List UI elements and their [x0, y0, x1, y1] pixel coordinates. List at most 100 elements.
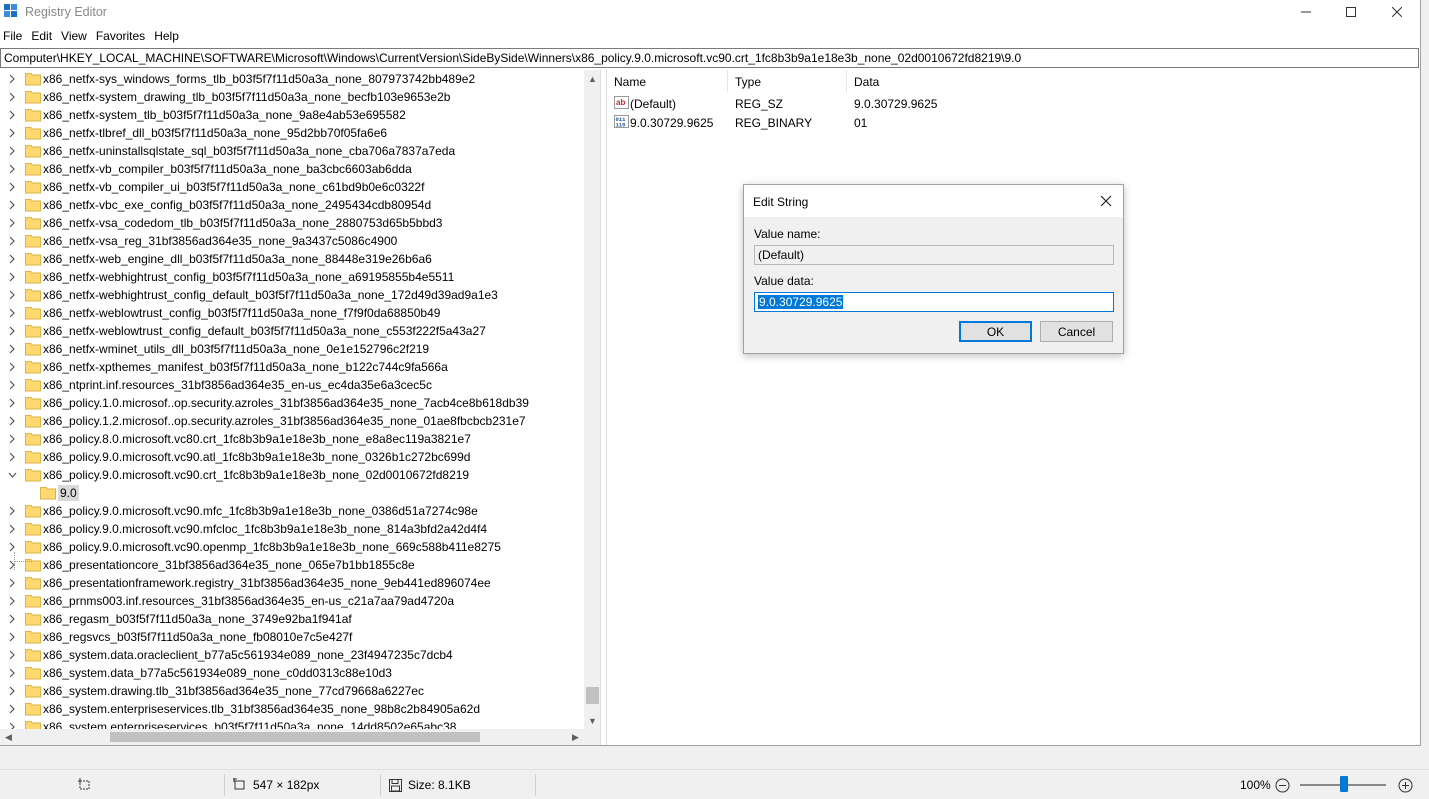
expand-chevron-icon[interactable] [8, 326, 17, 336]
menu-view[interactable]: View [58, 27, 93, 47]
tree-key-item[interactable]: x86_netfx-vsa_codedom_tlb_b03f5f7f11d50a… [0, 214, 584, 232]
expand-chevron-icon[interactable] [8, 578, 17, 588]
expand-chevron-icon[interactable] [8, 128, 17, 138]
expand-chevron-icon[interactable] [8, 272, 17, 282]
ok-button[interactable]: OK [959, 321, 1032, 342]
column-header-data[interactable]: Data [847, 70, 1177, 92]
value-row[interactable]: 011 110 9.0.30729.9625 REG_BINARY 01 [607, 113, 1419, 132]
scroll-up-icon[interactable]: ▲ [584, 70, 600, 87]
tree-key-item[interactable]: x86_system.drawing.tlb_31bf3856ad364e35_… [0, 682, 584, 700]
tree-key-item[interactable]: x86_system.enterpriseservices.tlb_31bf38… [0, 700, 584, 718]
tree-key-item[interactable]: x86_netfx-weblowtrust_config_b03f5f7f11d… [0, 304, 584, 322]
vertical-scroll-thumb[interactable] [586, 687, 599, 704]
expand-chevron-icon[interactable] [8, 146, 17, 156]
scroll-down-icon[interactable]: ▼ [584, 712, 600, 729]
expand-chevron-icon[interactable] [8, 416, 17, 426]
expand-chevron-icon[interactable] [8, 380, 17, 390]
expand-chevron-icon[interactable] [8, 290, 17, 300]
address-bar[interactable]: Computer\HKEY_LOCAL_MACHINE\SOFTWARE\Mic… [0, 48, 1419, 68]
collapse-chevron-icon[interactable] [8, 470, 17, 480]
scroll-left-icon[interactable]: ◀ [0, 729, 17, 745]
tree-key-item[interactable]: x86_policy.9.0.microsoft.vc90.atl_1fc8b3… [0, 448, 584, 466]
expand-chevron-icon[interactable] [8, 182, 17, 192]
expand-chevron-icon[interactable] [8, 362, 17, 372]
expand-chevron-icon[interactable] [8, 254, 17, 264]
close-icon[interactable] [1098, 193, 1114, 209]
expand-chevron-icon[interactable] [8, 722, 17, 729]
tree-key-item[interactable]: x86_system.data.oracleclient_b77a5c56193… [0, 646, 584, 664]
menu-file[interactable]: File [0, 27, 28, 47]
expand-chevron-icon[interactable] [8, 542, 17, 552]
zoom-in-button[interactable] [1398, 770, 1413, 799]
tree-key-item[interactable]: x86_policy.1.2.microsof..op.security.azr… [0, 412, 584, 430]
tree-key-item[interactable]: x86_netfx-vb_compiler_ui_b03f5f7f11d50a3… [0, 178, 584, 196]
tree-key-item[interactable]: x86_regasm_b03f5f7f11d50a3a_none_3749e92… [0, 610, 584, 628]
expand-chevron-icon[interactable] [8, 92, 17, 102]
tree-key-item[interactable]: x86_netfx-xpthemes_manifest_b03f5f7f11d5… [0, 358, 584, 376]
tree-key-item[interactable]: x86_netfx-web_engine_dll_b03f5f7f11d50a3… [0, 250, 584, 268]
tree-key-item[interactable]: x86_system.data_b77a5c561934e089_none_c0… [0, 664, 584, 682]
expand-chevron-icon[interactable] [8, 506, 17, 516]
menu-favorites[interactable]: Favorites [93, 27, 151, 47]
tree-key-item[interactable]: x86_netfx-vb_compiler_b03f5f7f11d50a3a_n… [0, 160, 584, 178]
expand-chevron-icon[interactable] [8, 236, 17, 246]
tree-key-item[interactable]: x86_netfx-webhightrust_config_default_b0… [0, 286, 584, 304]
horizontal-scroll-thumb[interactable] [110, 732, 480, 742]
expand-chevron-icon[interactable] [8, 668, 17, 678]
tree-key-item[interactable]: x86_netfx-vbc_exe_config_b03f5f7f11d50a3… [0, 196, 584, 214]
tree-key-item[interactable]: x86_presentationcore_31bf3856ad364e35_no… [0, 556, 584, 574]
expand-chevron-icon[interactable] [8, 164, 17, 174]
expand-chevron-icon[interactable] [8, 452, 17, 462]
expand-chevron-icon[interactable] [8, 650, 17, 660]
tree-key-item[interactable]: x86_netfx-system_tlb_b03f5f7f11d50a3a_no… [0, 106, 584, 124]
column-header-type[interactable]: Type [728, 70, 847, 92]
tree-key-item[interactable]: x86_policy.9.0.microsoft.vc90.openmp_1fc… [0, 538, 584, 556]
tree-key-item[interactable]: x86_presentationframework.registry_31bf3… [0, 574, 584, 592]
menu-edit[interactable]: Edit [28, 27, 58, 47]
scroll-right-icon[interactable]: ▶ [567, 729, 584, 745]
expand-chevron-icon[interactable] [8, 632, 17, 642]
expand-chevron-icon[interactable] [8, 704, 17, 714]
tree-key-item[interactable]: x86_netfx-wminet_utils_dll_b03f5f7f11d50… [0, 340, 584, 358]
tree-key-item-selected[interactable]: 9.0 [0, 484, 584, 502]
selection-tool[interactable] [78, 770, 92, 799]
expand-chevron-icon[interactable] [8, 200, 17, 210]
tree-key-item[interactable]: x86_netfx-weblowtrust_config_default_b03… [0, 322, 584, 340]
expand-chevron-icon[interactable] [8, 344, 17, 354]
maximize-button[interactable] [1328, 0, 1374, 24]
column-header-name[interactable]: Name [607, 70, 728, 92]
expand-chevron-icon[interactable] [8, 614, 17, 624]
close-button[interactable] [1374, 0, 1420, 24]
tree-key-item[interactable]: x86_netfx-vsa_reg_31bf3856ad364e35_none_… [0, 232, 584, 250]
tree-key-item[interactable]: x86_system.enterpriseservices_b03f5f7f11… [0, 718, 584, 729]
expand-chevron-icon[interactable] [8, 308, 17, 318]
expand-chevron-icon[interactable] [8, 74, 17, 84]
tree-key-item[interactable]: x86_ntprint.inf.resources_31bf3856ad364e… [0, 376, 584, 394]
expand-chevron-icon[interactable] [8, 596, 17, 606]
tree-key-item[interactable]: x86_netfx-sys_windows_forms_tlb_b03f5f7f… [0, 70, 584, 88]
tree-key-item[interactable]: x86_regsvcs_b03f5f7f11d50a3a_none_fb0801… [0, 628, 584, 646]
tree-key-item[interactable]: x86_policy.9.0.microsoft.vc90.mfc_1fc8b3… [0, 502, 584, 520]
tree-vertical-scrollbar[interactable]: ▲ ▼ [584, 70, 600, 729]
tree-key-item[interactable]: x86_policy.1.0.microsof..op.security.azr… [0, 394, 584, 412]
tree-key-item[interactable]: x86_policy.9.0.microsoft.vc90.mfcloc_1fc… [0, 520, 584, 538]
expand-chevron-icon[interactable] [8, 686, 17, 696]
expand-chevron-icon[interactable] [8, 524, 17, 534]
tree-key-item[interactable]: x86_prnms003.inf.resources_31bf3856ad364… [0, 592, 584, 610]
tree-key-item[interactable]: x86_netfx-uninstallsqlstate_sql_b03f5f7f… [0, 142, 584, 160]
expand-chevron-icon[interactable] [8, 218, 17, 228]
tree-key-item[interactable]: x86_policy.9.0.microsoft.vc90.crt_1fc8b3… [0, 466, 584, 484]
tree-key-item[interactable]: x86_netfx-system_drawing_tlb_b03f5f7f11d… [0, 88, 584, 106]
cancel-button[interactable]: Cancel [1040, 321, 1113, 342]
value-row[interactable]: ab (Default) REG_SZ 9.0.30729.9625 [607, 94, 1419, 113]
expand-chevron-icon[interactable] [8, 434, 17, 444]
expand-chevron-icon[interactable] [8, 110, 17, 120]
tree-key-item[interactable]: x86_netfx-webhightrust_config_b03f5f7f11… [0, 268, 584, 286]
expand-chevron-icon[interactable] [8, 398, 17, 408]
tree-horizontal-scrollbar[interactable]: ◀ ▶ [0, 729, 600, 745]
value-data-field[interactable]: 9.0.30729.9625 [754, 292, 1114, 312]
zoom-slider-thumb[interactable] [1340, 776, 1348, 792]
menu-help[interactable]: Help [151, 27, 185, 47]
minimize-button[interactable] [1283, 0, 1329, 24]
tree-key-item[interactable]: x86_policy.8.0.microsoft.vc80.crt_1fc8b3… [0, 430, 584, 448]
